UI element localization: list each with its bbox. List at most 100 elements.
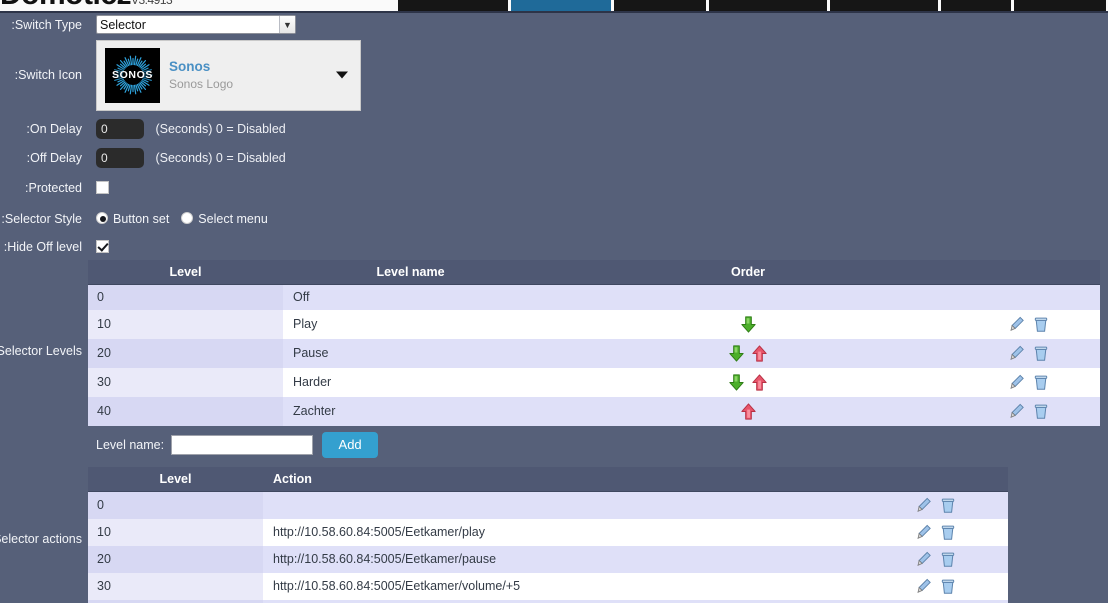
arrow-up-icon[interactable] — [739, 402, 758, 421]
hide-off-level-checkbox[interactable] — [96, 240, 109, 254]
trash-icon[interactable] — [940, 524, 956, 541]
level-value: 0 — [88, 284, 283, 310]
selector-style-label-1: Select menu — [198, 211, 268, 226]
add-level-button[interactable]: Add — [322, 431, 379, 458]
switch-icon-picker[interactable]: SONOS Sonos Sonos Logo — [96, 39, 361, 111]
arrow-up-icon[interactable] — [750, 373, 769, 392]
table-row[interactable]: 0 — [88, 491, 1008, 519]
table-row[interactable]: 40http://10.58.60.84:5005/Eetkamer/volum… — [88, 599, 1008, 603]
selector-style-label-0: Button set — [113, 211, 170, 226]
row-actions-cell — [958, 338, 1100, 368]
row-off-delay: Off Delay: (Seconds) 0 = Disabled — [0, 143, 1108, 173]
pencil-icon[interactable] — [916, 497, 932, 514]
table-row[interactable]: 10 Play — [88, 309, 1100, 339]
row-actions-cell — [863, 518, 1008, 546]
nav-tab-2[interactable] — [614, 0, 706, 11]
selector-levels-table: Level Level name Order 0 Off 10 Play 20 Pause 30… — [88, 260, 1100, 426]
switch-icon-title: Sonos — [169, 58, 211, 74]
row-actions-cell — [958, 367, 1100, 397]
label-protected: Protected: — [25, 181, 82, 195]
switch-type-select[interactable]: SelectorOn/OffDimmerBlindsPush On Button… — [96, 15, 296, 34]
nav-tab-strip — [398, 0, 1106, 11]
order-cell — [538, 367, 958, 397]
switch-type-select-wrapper[interactable]: SelectorOn/OffDimmerBlindsPush On Button… — [96, 15, 296, 34]
arrow-down-icon[interactable] — [727, 373, 746, 392]
pencil-icon[interactable] — [1009, 316, 1025, 333]
table-row[interactable]: 0 Off — [88, 284, 1100, 310]
app-version: V3.4913 — [131, 0, 173, 7]
pencil-icon[interactable] — [1009, 403, 1025, 420]
trash-icon[interactable] — [940, 497, 956, 514]
level-value: 20 — [88, 338, 283, 368]
row-switch-type: Switch Type: SelectorOn/OffDimmerBlindsP… — [0, 13, 1108, 36]
pencil-icon[interactable] — [916, 578, 932, 595]
row-on-delay: On Delay: (Seconds) 0 = Disabled — [0, 114, 1108, 143]
level-name-value: Play — [283, 309, 538, 339]
level-name-value: Harder — [283, 367, 538, 397]
row-actions-cell — [958, 284, 1100, 310]
row-actions-cell — [863, 545, 1008, 573]
on-delay-hint: (Seconds) 0 = Disabled — [155, 121, 286, 136]
order-cell — [538, 396, 958, 426]
nav-tab-5[interactable] — [941, 0, 1011, 11]
actions-col-controls — [863, 466, 1008, 492]
nav-tab-4[interactable] — [830, 0, 938, 11]
brand-name: Domoticz — [0, 0, 132, 11]
table-row[interactable]: 30 Harder — [88, 367, 1100, 397]
arrow-down-icon[interactable] — [739, 315, 758, 334]
pencil-icon[interactable] — [916, 551, 932, 568]
actions-col-level: Level — [88, 466, 263, 492]
levels-col-level-name: Level name — [283, 260, 538, 285]
selector-actions-table: Level Action 0 10 http://10.58.60.84:5005/E… — [88, 466, 1008, 603]
add-level-caption: Level name: — [96, 437, 165, 452]
table-row[interactable]: 40 Zachter — [88, 396, 1100, 426]
arrow-down-icon[interactable] — [727, 344, 746, 363]
off-delay-input[interactable] — [96, 148, 144, 168]
pencil-icon[interactable] — [916, 524, 932, 541]
nav-tab-3[interactable] — [709, 0, 827, 11]
nav-tab-1[interactable] — [511, 0, 611, 11]
protected-checkbox[interactable] — [96, 181, 109, 195]
action-level-value: 0 — [88, 491, 263, 519]
level-name-value: Off — [283, 284, 538, 310]
table-row[interactable]: 10 http://10.58.60.84:5005/Eetkamer/play — [88, 518, 1008, 546]
trash-icon[interactable] — [1033, 374, 1049, 391]
trash-icon[interactable] — [1033, 316, 1049, 333]
table-row[interactable]: 30 http://10.58.60.84:5005/Eetkamer/volum… — [88, 572, 1008, 600]
selector-style-radio-0[interactable] — [96, 212, 108, 225]
nav-tab-6[interactable] — [1014, 0, 1106, 11]
table-row[interactable]: 20 http://10.58.60.84:5005/Eetkamer/pause — [88, 545, 1008, 573]
row-actions-cell — [863, 572, 1008, 600]
trash-icon[interactable] — [1033, 403, 1049, 420]
order-cell — [538, 284, 958, 310]
pencil-icon[interactable] — [1009, 345, 1025, 362]
app-brand: DomoticzV3.4913 — [0, 0, 173, 11]
action-level-value: 30 — [88, 572, 263, 600]
row-actions-cell — [958, 396, 1100, 426]
action-level-value: 40 — [88, 599, 263, 603]
row-actions-cell — [958, 309, 1100, 339]
levels-col-order: Order — [538, 260, 958, 285]
level-value: 30 — [88, 367, 283, 397]
label-selector-style: Selector Style: — [1, 211, 82, 226]
levels-header-row: Level Level name Order — [88, 260, 1100, 285]
level-name-value: Zachter — [283, 396, 538, 426]
label-switch-type: Switch Type: — [11, 17, 82, 32]
selector-style-radio-1[interactable] — [181, 212, 194, 225]
arrow-up-icon[interactable] — [750, 344, 769, 363]
on-delay-input[interactable] — [96, 118, 144, 139]
row-selector-style: Selector Style: Button set Select menu — [0, 203, 1108, 234]
trash-icon[interactable] — [1033, 345, 1049, 362]
table-row[interactable]: 20 Pause — [88, 338, 1100, 368]
row-hide-off-level: Hide Off level: — [0, 234, 1108, 260]
chevron-down-icon[interactable] — [336, 71, 348, 79]
level-name-input[interactable] — [171, 434, 314, 455]
pencil-icon[interactable] — [1009, 374, 1025, 391]
trash-icon[interactable] — [940, 578, 956, 595]
level-value: 10 — [88, 309, 283, 339]
trash-icon[interactable] — [940, 551, 956, 568]
nav-tab-0[interactable] — [398, 0, 508, 11]
label-off-delay: Off Delay: — [26, 151, 82, 165]
switch-icon-subtitle: Sonos Logo — [169, 77, 234, 92]
selector-style-radio-group: Button set Select menu — [88, 210, 1108, 228]
